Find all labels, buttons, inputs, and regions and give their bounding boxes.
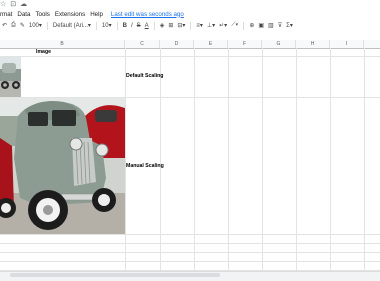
column-header[interactable]: F <box>228 40 262 48</box>
print-icon[interactable]: ⎙ <box>11 22 16 29</box>
borders-icon[interactable]: ⊞ <box>168 22 173 29</box>
toolbar: ↶ ⎙ ✎ 100 ▾ Default (Ari... ▾ 10 ▾ B I S A … <box>0 19 380 33</box>
column-header-row: B C D E F G H I <box>0 40 380 49</box>
column-header[interactable]: E <box>194 40 228 48</box>
zoom-select[interactable]: 100 ▾ <box>29 22 42 30</box>
cell-default-scaling[interactable]: Default Scaling <box>126 73 163 79</box>
insert-chart-icon[interactable]: ▥ <box>268 22 274 29</box>
bold-button[interactable]: B <box>123 23 127 29</box>
filter-icon[interactable]: ⊽ <box>278 22 282 29</box>
merge-cells-icon[interactable]: ⊟▾ <box>177 22 185 29</box>
last-edit-link[interactable]: Last edit was seconds ago <box>111 11 184 18</box>
toolbar-divider <box>153 21 155 30</box>
menu-data[interactable]: Data <box>17 11 30 18</box>
font-select[interactable]: Default (Ari... ▾ <box>53 22 91 30</box>
cell-manual-scaling[interactable]: Manual Scaling <box>126 163 164 169</box>
menu-format[interactable]: rmat <box>0 11 12 18</box>
column-header[interactable]: D <box>160 40 194 48</box>
text-color-button[interactable]: A <box>145 23 149 29</box>
paint-format-icon[interactable]: ✎ <box>20 22 25 29</box>
toolbar-divider <box>46 21 48 30</box>
column-header[interactable]: H <box>296 40 330 48</box>
italic-button[interactable]: I <box>131 23 133 29</box>
text-rotate-icon[interactable]: ⟋▾ <box>231 22 238 29</box>
align-vertical-icon[interactable]: ⊥▾ <box>207 22 215 29</box>
text-wrap-icon[interactable]: ↵▾ <box>219 22 227 29</box>
undo-icon[interactable]: ↶ <box>2 22 7 29</box>
functions-icon[interactable]: Σ▾ <box>286 22 293 29</box>
toolbar-divider <box>116 21 118 30</box>
car-image-large[interactable] <box>0 98 125 234</box>
font-size-select[interactable]: 10 ▾ <box>102 22 112 30</box>
menu-extensions[interactable]: Extensions <box>55 11 85 18</box>
scrollbar-thumb[interactable] <box>10 273 220 277</box>
toolbar-divider <box>95 21 97 30</box>
toolbar-divider <box>190 21 192 30</box>
column-header[interactable]: C <box>125 40 160 48</box>
column-header[interactable]: B <box>0 40 125 48</box>
menu-bar: rmat Data Tools Extensions Help Last edi… <box>0 9 184 19</box>
menu-tools[interactable]: Tools <box>35 11 49 18</box>
insert-comment-icon[interactable]: ▣ <box>258 22 264 29</box>
fill-color-icon[interactable]: ◈ <box>160 22 165 29</box>
strikethrough-button[interactable]: S <box>137 23 141 29</box>
align-horizontal-icon[interactable]: ≡▾ <box>196 22 203 29</box>
toolbar-divider <box>243 21 245 30</box>
cell-image-header[interactable]: Image <box>36 49 51 55</box>
car-image-small[interactable] <box>0 57 21 97</box>
insert-link-icon[interactable]: ⊕ <box>249 22 254 29</box>
menu-help[interactable]: Help <box>90 11 103 18</box>
column-header[interactable]: G <box>262 40 296 48</box>
column-header[interactable]: I <box>330 40 364 48</box>
